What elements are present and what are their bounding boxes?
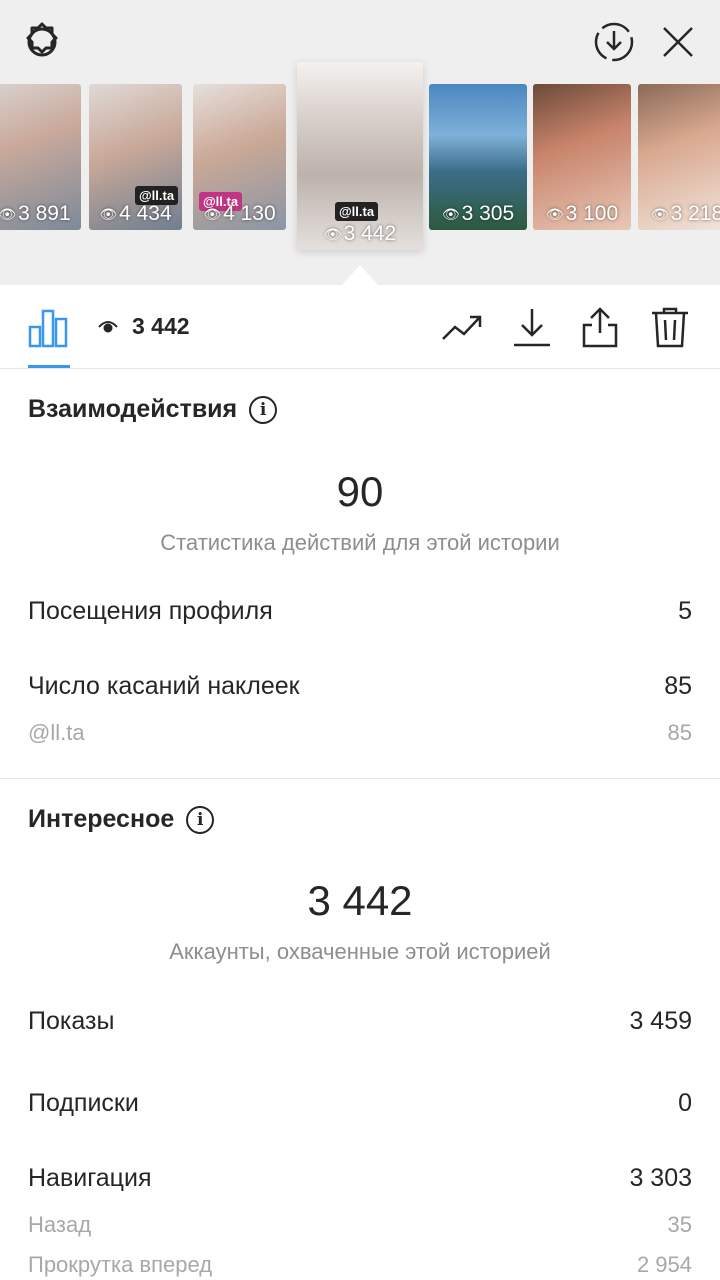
stat-label: Подписки: [28, 1089, 139, 1117]
stat-subrow-mention: @ll.ta 85: [28, 720, 692, 746]
story-thumbnail[interactable]: @ll.ta 👁4 434: [89, 84, 182, 230]
story-view-count: 👁3 442: [323, 222, 397, 245]
stat-value: 35: [667, 1212, 692, 1237]
stat-label: Навигация: [28, 1164, 152, 1192]
story-view-count: 👁3 305: [441, 202, 515, 225]
story-thumbnail[interactable]: 👁3 305: [429, 84, 527, 230]
story-thumbnail-selected[interactable]: @ll.ta 👁3 442: [297, 62, 423, 250]
eye-icon: 👁: [545, 205, 564, 222]
stat-label: Число касаний наклеек: [28, 672, 300, 700]
info-icon[interactable]: i: [186, 805, 215, 834]
interactions-title: Взаимодействия i: [28, 395, 278, 424]
story-view-count: 👁3 891: [0, 202, 71, 225]
selection-pointer: [342, 265, 378, 285]
close-icon[interactable]: [654, 18, 702, 66]
eye-icon: 👁: [0, 205, 17, 222]
stat-row-sticker-taps: Число касаний наклеек 85: [28, 672, 692, 701]
trending-icon[interactable]: [440, 305, 484, 349]
story-view-count: 👁3 218: [650, 202, 720, 225]
discovery-caption: Аккаунты, охваченные этой историей: [169, 939, 551, 964]
section-title-text: Интересное: [28, 805, 175, 833]
views-count: 3 442: [98, 313, 190, 340]
stat-value: 3 303: [629, 1164, 692, 1192]
eye-icon: 👁: [323, 225, 342, 242]
discovery-total: 3 442: [307, 877, 413, 924]
eye-icon: 👁: [203, 205, 222, 222]
interactions-caption: Статистика действий для этой истории: [160, 530, 560, 555]
stat-label: @ll.ta: [28, 720, 85, 745]
story-thumbnail[interactable]: 👁3 100: [533, 84, 631, 230]
eye-icon: 👁: [99, 205, 118, 222]
stat-value: 85: [664, 672, 692, 700]
story-view-count: 👁4 434: [99, 202, 172, 225]
stat-row-follows: Подписки 0: [28, 1089, 692, 1118]
section-title-text: Взаимодействия: [28, 395, 238, 423]
info-icon[interactable]: i: [249, 395, 278, 424]
stat-row-profile-visits: Посещения профиля 5: [28, 597, 692, 626]
interactions-total: 90: [336, 468, 384, 515]
story-view-count: 👁4 130: [203, 202, 276, 225]
eye-icon: 👁: [650, 205, 669, 222]
stat-subrow-back: Назад 35: [28, 1212, 692, 1238]
eye-icon: 👁: [441, 205, 460, 222]
story-thumbnail[interactable]: 👁3 218: [638, 84, 720, 230]
story-strip-area: 👁3 891 @ll.ta 👁4 434 @ll.ta 👁4 130 @ll.t…: [0, 0, 720, 285]
section-divider: [0, 778, 720, 779]
stat-value: 85: [667, 720, 692, 745]
story-view-count: 👁3 100: [545, 202, 619, 225]
settings-gear-icon[interactable]: [18, 18, 66, 66]
stat-value: 5: [678, 597, 692, 625]
stat-value: 0: [678, 1089, 692, 1117]
active-tab-indicator: [28, 365, 70, 368]
stat-label: Назад: [28, 1212, 92, 1237]
stat-value: 2 954: [636, 1252, 692, 1277]
stories-strip: 👁3 891 @ll.ta 👁4 434 @ll.ta 👁4 130 @ll.t…: [0, 62, 720, 250]
story-thumbnail[interactable]: 👁3 891: [0, 84, 81, 230]
trash-icon[interactable]: [648, 305, 692, 349]
download-circle-icon[interactable]: [590, 18, 638, 66]
stat-label: Посещения профиля: [28, 597, 273, 625]
stat-subrow-forward: Прокрутка вперед 2 954: [28, 1252, 692, 1278]
views-value: 3 442: [132, 313, 190, 339]
download-icon[interactable]: [510, 305, 554, 349]
bar-chart-icon[interactable]: [26, 305, 70, 349]
story-thumbnail[interactable]: @ll.ta 👁4 130: [193, 84, 286, 230]
discovery-title: Интересное i: [28, 805, 215, 834]
stat-row-navigation: Навигация 3 303: [28, 1164, 692, 1193]
stat-value: 3 459: [629, 1007, 692, 1035]
eye-icon: [98, 320, 118, 332]
stat-label: Прокрутка вперед: [28, 1252, 213, 1277]
share-icon[interactable]: [578, 305, 622, 349]
stat-label: Показы: [28, 1007, 115, 1035]
mention-sticker: @ll.ta: [335, 202, 379, 221]
stat-row-impressions: Показы 3 459: [28, 1007, 692, 1036]
